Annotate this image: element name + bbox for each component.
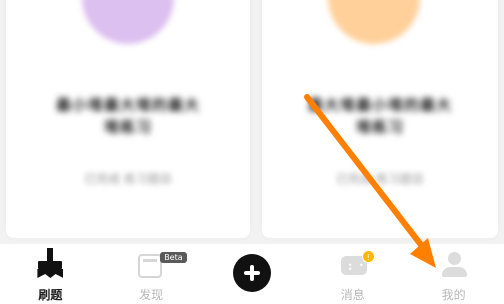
card-avatar-orange	[328, 0, 420, 44]
nav-tab-discover[interactable]: Beta 发现	[101, 244, 201, 304]
nav-add[interactable]	[202, 244, 302, 304]
course-card[interactable]: 最小堆最大堆的最大 堆练习 已完成 练习题目	[6, 0, 250, 238]
nav-tab-profile[interactable]: 我的	[404, 244, 504, 304]
card-avatar-purple	[82, 0, 174, 44]
card-subtitle: 已完成 练习题目	[336, 172, 424, 186]
nav-label: 消息	[340, 288, 365, 302]
bottom-navigation: 刷题 Beta 发现 • • • ! 消息 我的	[0, 244, 504, 304]
nav-label: 刷题	[38, 288, 63, 302]
calendar-icon: Beta	[136, 248, 187, 278]
notification-badge: !	[361, 250, 375, 263]
nav-tab-practice[interactable]: 刷题	[0, 244, 100, 304]
nav-label: 发现	[139, 288, 164, 302]
brush-icon	[35, 248, 65, 278]
main-content: 最小堆最大堆的最大 堆练习 已完成 练习题目 最大堆最小堆的最大 堆练习 已完成…	[0, 0, 504, 244]
nav-label: 我的	[441, 288, 466, 302]
card-title: 最大堆最小堆的最大 堆练习	[307, 96, 452, 136]
course-card[interactable]: 最大堆最小堆的最大 堆练习 已完成 练习题目	[262, 0, 498, 238]
card-subtitle: 已完成 练习题目	[84, 172, 172, 186]
add-button[interactable]	[232, 254, 271, 292]
nav-tab-messages[interactable]: • • • ! 消息	[303, 244, 403, 304]
person-icon	[439, 248, 469, 278]
beta-badge: Beta	[160, 252, 187, 263]
message-icon: • • • !	[338, 248, 375, 278]
card-title: 最小堆最大堆的最大 堆练习	[55, 96, 200, 136]
